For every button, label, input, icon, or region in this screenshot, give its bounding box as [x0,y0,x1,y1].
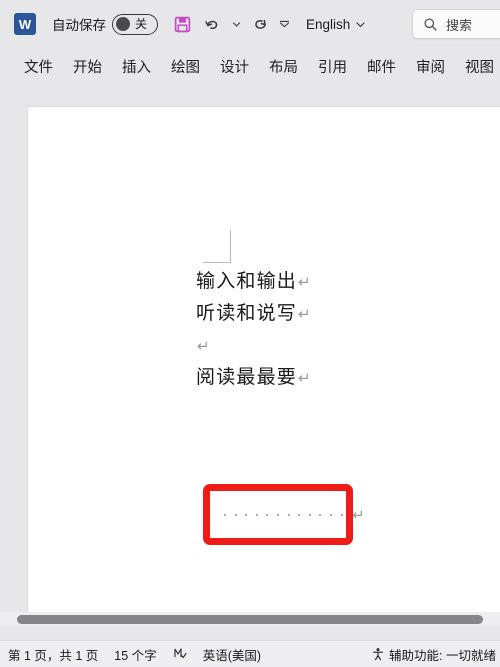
document-line-text: 阅读最最要 [196,366,298,388]
ribbon-tab-insert[interactable]: 插入 [112,52,161,81]
customize-quick-access-toolbar-button[interactable] [276,10,292,38]
ribbon-tab-draw[interactable]: 绘图 [161,52,210,81]
status-bar: 第 1 页，共 1 页 15 个字 英语(美国) 辅助功能: 一切就绪 [0,640,500,667]
search-placeholder: 搜索 [446,17,473,33]
ribbon-tab-mailings[interactable]: 邮件 [357,52,406,81]
chevron-down-icon [232,21,240,27]
space-mark-dot [329,514,332,516]
status-word-count[interactable]: 15 个字 [114,645,156,664]
paragraph-mark-icon: ↵ [352,506,365,524]
title-bar: W 自动保存 关 English 搜索 [0,0,500,48]
ribbon-tab-home[interactable]: 开始 [63,52,112,81]
chevron-down-icon [356,21,365,27]
ribbon-tab-references[interactable]: 引用 [308,52,357,81]
undo-dropdown-button[interactable] [228,10,244,38]
text-cursor [349,503,352,527]
space-mark-dot [319,514,322,516]
horizontal-scrollbar[interactable] [0,612,500,626]
save-icon [174,16,190,32]
horizontal-scrollbar-thumb[interactable] [17,615,483,624]
save-button[interactable] [168,10,196,38]
accessibility-icon [373,648,384,661]
space-mark-dots [224,514,343,516]
document-area[interactable]: 输入和输出↵ 听读和说写↵ ↵ 阅读最最要↵ ↵ [0,84,500,626]
ribbon-tab-layout[interactable]: 布局 [259,52,308,81]
document-text-block[interactable]: 输入和输出↵ 听读和说写↵ ↵ 阅读最最要↵ [196,265,500,393]
document-page[interactable]: 输入和输出↵ 听读和说写↵ ↵ 阅读最最要↵ ↵ [28,107,500,617]
paragraph-mark-icon: ↵ [298,305,311,323]
space-mark-dot [245,514,248,516]
space-mark-dot [224,514,226,516]
space-mark-dot [234,514,237,516]
search-icon [424,17,437,31]
dot-leader-line[interactable]: ↵ [224,503,365,527]
paragraph-mark-icon: ↵ [298,369,311,387]
autosave-label: 自动保存 [52,18,106,33]
proofing-errors-icon [174,648,187,659]
ribbon-tab-file[interactable]: 文件 [14,52,63,81]
paragraph-mark-icon: ↵ [298,273,311,291]
space-mark-dot [266,514,269,516]
autosave-toggle-knob [116,17,130,31]
space-mark-dot [340,514,343,516]
chevron-down-icon [279,20,289,27]
language-label: English [306,16,351,32]
quick-access-toolbar [168,10,292,38]
space-mark-dot [255,514,258,516]
text-margin-crop-mark [203,230,231,263]
redo-button[interactable] [246,10,274,38]
ribbon-tab-design[interactable]: 设计 [210,52,259,81]
undo-button[interactable] [198,10,226,38]
language-selector[interactable]: English [306,17,366,32]
word-logo[interactable]: W [14,13,36,35]
space-mark-dot [287,514,290,516]
space-mark-dot [298,514,301,516]
document-line[interactable]: 输入和输出↵ [196,265,500,297]
redo-icon [254,19,266,29]
document-line[interactable]: 听读和说写↵ [196,297,500,329]
search-box[interactable]: 搜索 [413,10,500,38]
document-line[interactable]: ↵ [196,329,500,361]
status-page-info[interactable]: 第 1 页，共 1 页 [8,645,98,664]
document-line[interactable]: 阅读最最要↵ [196,361,500,393]
status-accessibility[interactable]: 辅助功能: 一切就绪 [371,645,500,664]
ribbon-tab-review[interactable]: 审阅 [406,52,455,81]
document-line-text: 听读和说写 [196,302,298,324]
space-mark-dot [276,514,279,516]
space-mark-dot [308,514,311,516]
status-accessibility-label: 辅助功能: 一切就绪 [389,648,496,663]
document-line-text: 输入和输出 [196,270,298,292]
autosave-state-label: 关 [135,17,148,31]
autosave-toggle[interactable]: 关 [112,13,158,35]
undo-icon [204,20,217,29]
status-language[interactable]: 英语(美国) [203,645,261,664]
ribbon-tabs: 文件 开始 插入 绘图 设计 布局 引用 邮件 审阅 视图 [0,48,500,84]
ribbon-tab-view[interactable]: 视图 [455,52,500,81]
proofing-status[interactable] [173,647,187,661]
paragraph-mark-icon: ↵ [197,337,210,355]
